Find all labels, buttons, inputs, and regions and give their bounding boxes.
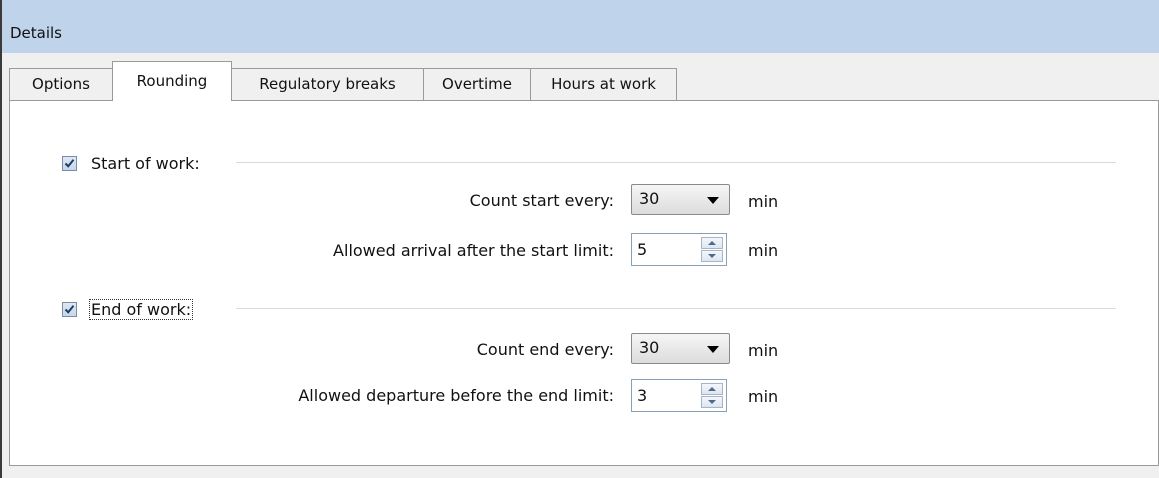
allowed-arrival-value: 5 xyxy=(637,240,648,259)
tab-regulatory-breaks[interactable]: Regulatory breaks xyxy=(231,68,424,100)
details-window: Details Options Rounding Regulatory brea… xyxy=(0,0,1159,478)
arrow-down-icon xyxy=(708,254,716,258)
chevron-down-icon xyxy=(707,346,719,353)
count-end-unit: min xyxy=(748,341,779,360)
arrow-up-icon xyxy=(708,387,716,391)
start-of-work-label[interactable]: Start of work: xyxy=(89,153,202,174)
end-of-work-group: End of work: xyxy=(62,298,194,320)
allowed-departure-spin-buttons xyxy=(701,383,723,408)
allowed-arrival-decrement[interactable] xyxy=(701,250,723,262)
allowed-departure-label: Allowed departure before the end limit: xyxy=(298,386,614,405)
end-of-work-checkbox[interactable] xyxy=(62,301,77,317)
window-left-border xyxy=(0,0,2,478)
count-start-every-label: Count start every: xyxy=(469,191,614,210)
end-of-work-label[interactable]: End of work: xyxy=(89,298,194,320)
allowed-departure-stepper[interactable]: 3 xyxy=(631,379,727,412)
allowed-arrival-label: Allowed arrival after the start limit: xyxy=(333,241,614,260)
allowed-departure-decrement[interactable] xyxy=(701,396,723,408)
allowed-departure-value: 3 xyxy=(637,386,648,405)
allowed-arrival-spin-buttons xyxy=(701,237,723,262)
arrow-up-icon xyxy=(708,241,716,245)
arrow-down-icon xyxy=(708,400,716,404)
details-header: Details xyxy=(2,0,1159,53)
start-of-work-separator xyxy=(236,162,1116,163)
checkmark-icon xyxy=(64,304,75,314)
tab-hours-at-work[interactable]: Hours at work xyxy=(530,68,677,100)
count-end-every-dropdown[interactable]: 30 xyxy=(631,333,730,364)
allowed-arrival-unit: min xyxy=(748,241,779,260)
allowed-arrival-increment[interactable] xyxy=(701,237,723,249)
allowed-arrival-stepper[interactable]: 5 xyxy=(631,233,727,266)
count-end-every-label: Count end every: xyxy=(476,340,614,359)
count-end-every-value: 30 xyxy=(639,338,660,357)
panel-bottom-strip xyxy=(9,466,1159,478)
count-start-every-dropdown[interactable]: 30 xyxy=(631,184,730,215)
tab-options[interactable]: Options xyxy=(9,68,113,100)
count-start-every-value: 30 xyxy=(639,189,660,208)
allowed-departure-increment[interactable] xyxy=(701,383,723,395)
tab-overtime[interactable]: Overtime xyxy=(423,68,531,100)
checkmark-icon xyxy=(64,158,75,168)
header-title: Details xyxy=(10,24,63,42)
end-of-work-separator xyxy=(236,308,1116,309)
start-of-work-checkbox[interactable] xyxy=(62,155,77,171)
count-start-unit: min xyxy=(748,192,779,211)
chevron-down-icon xyxy=(707,197,719,204)
allowed-departure-unit: min xyxy=(748,387,779,406)
start-of-work-group: Start of work: xyxy=(62,152,202,174)
tab-rounding[interactable]: Rounding xyxy=(112,61,232,101)
